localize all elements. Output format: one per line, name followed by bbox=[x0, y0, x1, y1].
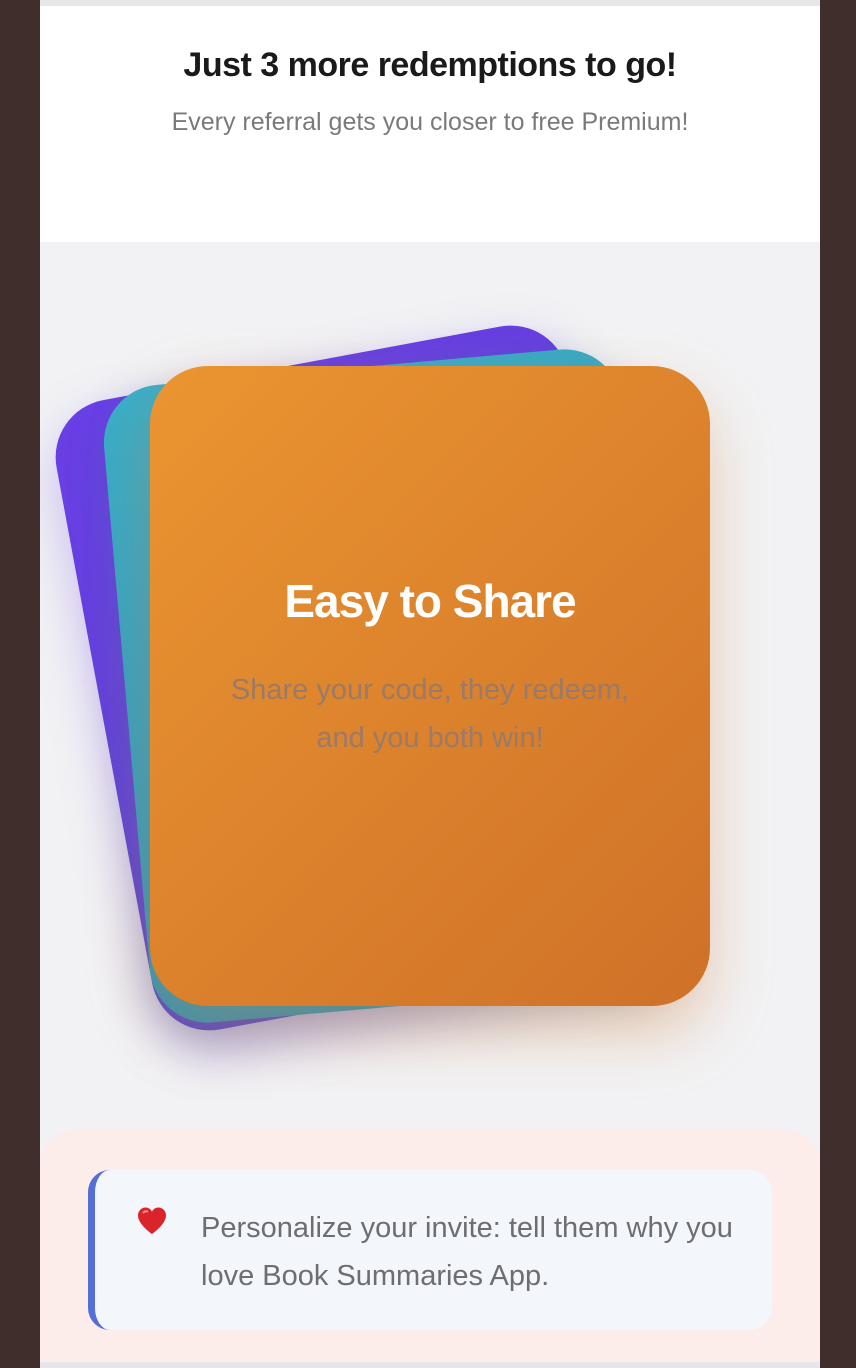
heart-icon bbox=[135, 1204, 169, 1238]
card-title: Easy to Share bbox=[284, 575, 576, 627]
card-description: Share your code, they redeem, and you bo… bbox=[230, 674, 630, 754]
progress-title: Just 3 more redemptions to go! bbox=[183, 46, 677, 84]
card-stack[interactable]: Easy to Share Share your code, they rede… bbox=[40, 242, 820, 1122]
bottom-divider bbox=[40, 1362, 820, 1368]
tip-section: Personalize your invite: tell them why y… bbox=[40, 1130, 820, 1368]
tip-text: Personalize your invite: tell them why y… bbox=[201, 1212, 733, 1292]
progress-header: Just 3 more redemptions to go! Every ref… bbox=[40, 6, 820, 242]
tip-box: Personalize your invite: tell them why y… bbox=[88, 1170, 772, 1330]
front-card[interactable]: Easy to Share Share your code, they rede… bbox=[150, 366, 710, 1006]
screen: Just 3 more redemptions to go! Every ref… bbox=[40, 0, 820, 1368]
progress-subtitle: Every referral gets you closer to free P… bbox=[171, 108, 689, 136]
